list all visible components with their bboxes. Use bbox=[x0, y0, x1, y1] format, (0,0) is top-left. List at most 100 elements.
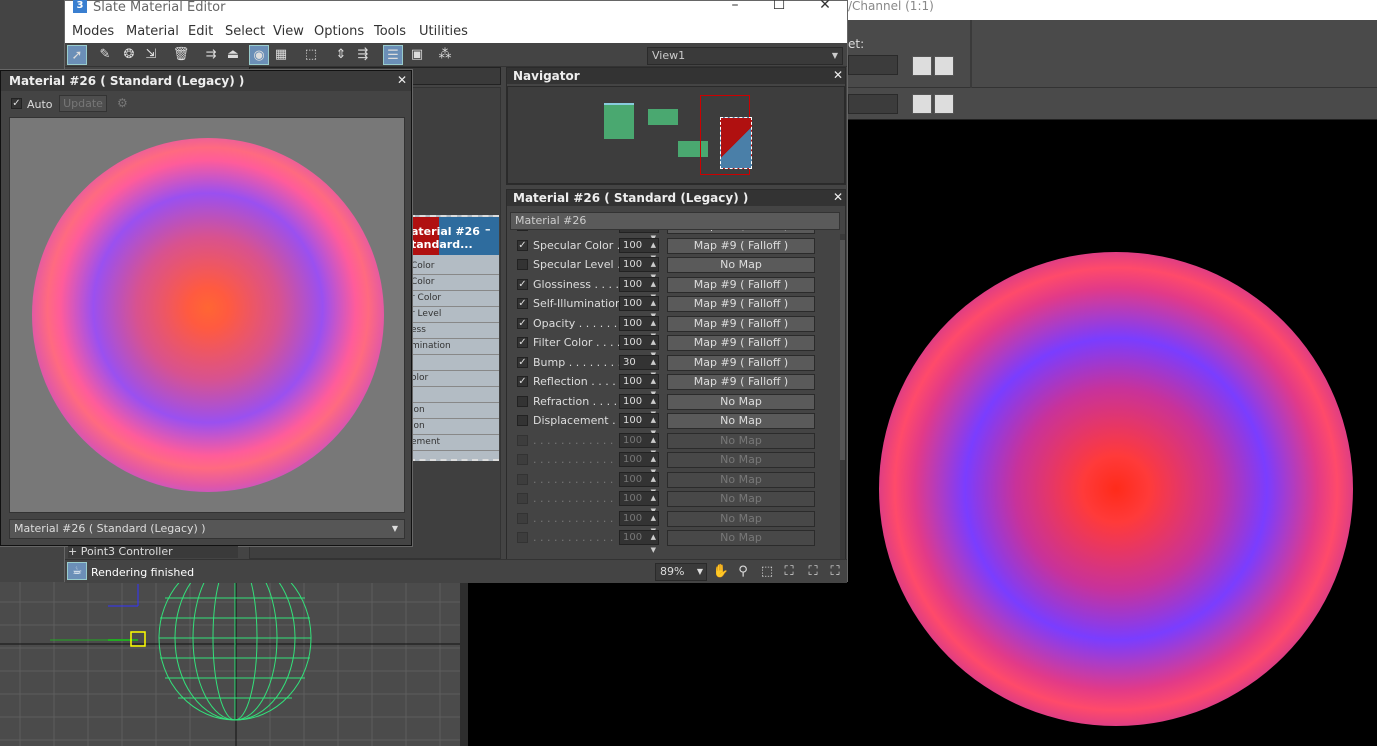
hide-unused-icon[interactable]: ⏏ bbox=[223, 45, 243, 65]
teapot-icon[interactable]: ☕ bbox=[67, 562, 87, 580]
node-slot[interactable]: r Color bbox=[411, 291, 499, 307]
hand-icon[interactable]: ✋ bbox=[711, 562, 731, 582]
amount-spinner[interactable]: 100▲▼ bbox=[619, 230, 659, 242]
zoom-dropdown[interactable]: 89% ▼ bbox=[655, 563, 707, 581]
map-slot-button[interactable]: No Map bbox=[667, 432, 815, 449]
minimize-icon[interactable]: – bbox=[725, 0, 745, 15]
options-icon[interactable]: ⚙ bbox=[117, 96, 128, 110]
zoom-extents-all-icon[interactable]: ⛶ bbox=[825, 562, 845, 582]
background-icon[interactable]: ▦ bbox=[271, 45, 291, 65]
map-slot-button[interactable]: No Map bbox=[667, 491, 815, 507]
layout-all-icon[interactable]: ⇕ bbox=[331, 45, 351, 65]
move-children-icon[interactable]: ⇉ bbox=[201, 45, 221, 65]
backlight-icon[interactable]: ⬚ bbox=[301, 45, 321, 65]
maximize-icon[interactable]: ☐ bbox=[769, 0, 789, 15]
parameter-editor-icon[interactable]: ▣ bbox=[407, 45, 427, 65]
node-slot[interactable]: Color bbox=[411, 259, 499, 275]
amount-spinner[interactable]: 100▲▼ bbox=[619, 452, 659, 476]
node-slot[interactable] bbox=[411, 387, 499, 403]
environment-icon[interactable] bbox=[934, 56, 954, 76]
menu-view[interactable]: View bbox=[273, 24, 304, 39]
close-icon[interactable]: ✕ bbox=[397, 73, 407, 87]
map-slot-button[interactable]: Map #9 ( Falloff ) bbox=[667, 276, 815, 293]
menu-options[interactable]: Options bbox=[314, 24, 364, 39]
map-slot-button[interactable]: Map #9 ( Falloff ) bbox=[667, 374, 815, 390]
close-icon[interactable]: ✕ bbox=[815, 0, 835, 15]
zoom-extents-icon[interactable]: ⛶ bbox=[779, 562, 799, 582]
pick-material-icon[interactable]: ✎ bbox=[95, 45, 115, 65]
render-setup-icon[interactable] bbox=[912, 56, 932, 76]
map-enable-checkbox[interactable] bbox=[517, 493, 528, 504]
map-enable-checkbox[interactable] bbox=[517, 415, 528, 426]
map-slot-button[interactable]: No Map bbox=[667, 413, 815, 429]
material-map-browser-icon[interactable]: ☰ bbox=[383, 45, 403, 65]
menu-tools[interactable]: Tools bbox=[374, 24, 406, 39]
select-by-material-icon[interactable]: ⁂ bbox=[435, 45, 455, 65]
spinner-arrows-icon[interactable]: ▲▼ bbox=[651, 531, 656, 557]
map-slot-button[interactable]: Map #9 ( Falloff ) bbox=[667, 237, 815, 254]
preview-material-select[interactable]: Material #26 ( Standard (Legacy) ) ▼ bbox=[9, 519, 405, 539]
map-slot-button[interactable]: Map #9 ( Falloff ) bbox=[667, 315, 815, 332]
show-map-icon[interactable]: ◉ bbox=[249, 45, 269, 65]
menu-edit[interactable]: Edit bbox=[188, 24, 213, 39]
map-slot-button[interactable]: No Map bbox=[667, 471, 815, 488]
map-slot-button[interactable]: Map #9 ( Falloff ) bbox=[667, 335, 815, 351]
menu-material[interactable]: Material bbox=[126, 24, 179, 39]
amount-spinner[interactable]: 100▲▼ bbox=[619, 237, 659, 262]
material-node[interactable]: aterial #26 tandard... – Color Color r C… bbox=[409, 215, 499, 461]
close-icon[interactable]: ✕ bbox=[833, 68, 843, 82]
map-enable-checkbox[interactable]: ✓ bbox=[517, 356, 528, 368]
node-slot[interactable] bbox=[411, 355, 499, 371]
node-slot[interactable]: ement bbox=[411, 435, 499, 451]
preset-dropdown[interactable] bbox=[848, 55, 898, 75]
preview-title[interactable]: Material #26 ( Standard (Legacy) ) bbox=[1, 71, 411, 91]
amount-spinner[interactable]: 100▲▼ bbox=[619, 257, 659, 281]
zoom-region-icon[interactable]: ⬚ bbox=[757, 562, 777, 582]
map-slot-button[interactable]: No Map bbox=[667, 257, 815, 273]
map-enable-checkbox[interactable]: ✓ bbox=[517, 337, 528, 348]
render-production-icon[interactable] bbox=[934, 94, 954, 114]
map-enable-checkbox[interactable] bbox=[517, 395, 528, 407]
node-slot[interactable]: mination bbox=[411, 339, 499, 355]
zoom-extents-selected-icon[interactable]: ⛶ bbox=[803, 562, 823, 582]
amount-spinner[interactable]: 100▲▼ bbox=[619, 393, 659, 418]
map-slot-button[interactable]: No Map bbox=[667, 393, 815, 410]
node-slot[interactable]: ion bbox=[411, 419, 499, 435]
navigator-canvas[interactable] bbox=[507, 86, 845, 184]
node-slot[interactable]: r Level bbox=[411, 307, 499, 323]
map-enable-checkbox[interactable]: ✓ bbox=[517, 230, 528, 231]
menu-modes[interactable]: Modes bbox=[72, 24, 114, 39]
auto-checkbox[interactable]: ✓ bbox=[11, 98, 22, 109]
node-slot[interactable]: ess bbox=[411, 323, 499, 339]
amount-spinner[interactable]: 100▲▼ bbox=[619, 471, 659, 496]
update-button[interactable]: Update bbox=[59, 95, 107, 112]
render-icon[interactable] bbox=[912, 94, 932, 114]
amount-spinner[interactable]: 100▲▼ bbox=[619, 432, 659, 457]
menu-utilities[interactable]: Utilities bbox=[419, 24, 468, 39]
map-enable-checkbox[interactable] bbox=[517, 454, 528, 465]
amount-spinner[interactable]: 100▲▼ bbox=[619, 315, 659, 340]
amount-spinner[interactable]: 100▲▼ bbox=[619, 374, 659, 398]
amount-spinner[interactable]: 30▲▼ bbox=[619, 354, 659, 379]
collapse-icon[interactable]: – bbox=[485, 223, 491, 236]
select-tool-icon[interactable]: ➚ bbox=[67, 45, 87, 65]
amount-spinner[interactable]: 100▲▼ bbox=[619, 510, 659, 535]
view-dropdown[interactable]: View1 ▼ bbox=[647, 47, 843, 65]
amount-spinner[interactable]: 100▲▼ bbox=[619, 335, 659, 359]
amount-spinner[interactable]: 100▲▼ bbox=[619, 530, 659, 554]
amount-spinner[interactable]: 100▲▼ bbox=[619, 413, 659, 437]
layout-children-icon[interactable]: ⇶ bbox=[353, 45, 373, 65]
map-enable-checkbox[interactable] bbox=[517, 532, 528, 543]
node-slot[interactable]: ion bbox=[411, 403, 499, 419]
node-header[interactable]: aterial #26 tandard... – bbox=[411, 217, 499, 255]
close-icon[interactable]: ✕ bbox=[833, 190, 843, 204]
viewport-dropdown[interactable] bbox=[848, 94, 898, 114]
map-enable-checkbox[interactable]: ✓ bbox=[517, 298, 528, 309]
map-enable-checkbox[interactable]: ✓ bbox=[517, 376, 528, 387]
map-slot-button[interactable]: No Map bbox=[667, 530, 815, 546]
scrollbar-thumb[interactable] bbox=[840, 240, 845, 460]
assign-material-icon[interactable]: ⇲ bbox=[141, 45, 161, 65]
map-slot-button[interactable]: Map #9 ( Falloff ) bbox=[667, 230, 815, 234]
delete-icon[interactable]: 🗑 bbox=[171, 45, 191, 65]
map-enable-checkbox[interactable]: ✓ bbox=[517, 278, 528, 290]
